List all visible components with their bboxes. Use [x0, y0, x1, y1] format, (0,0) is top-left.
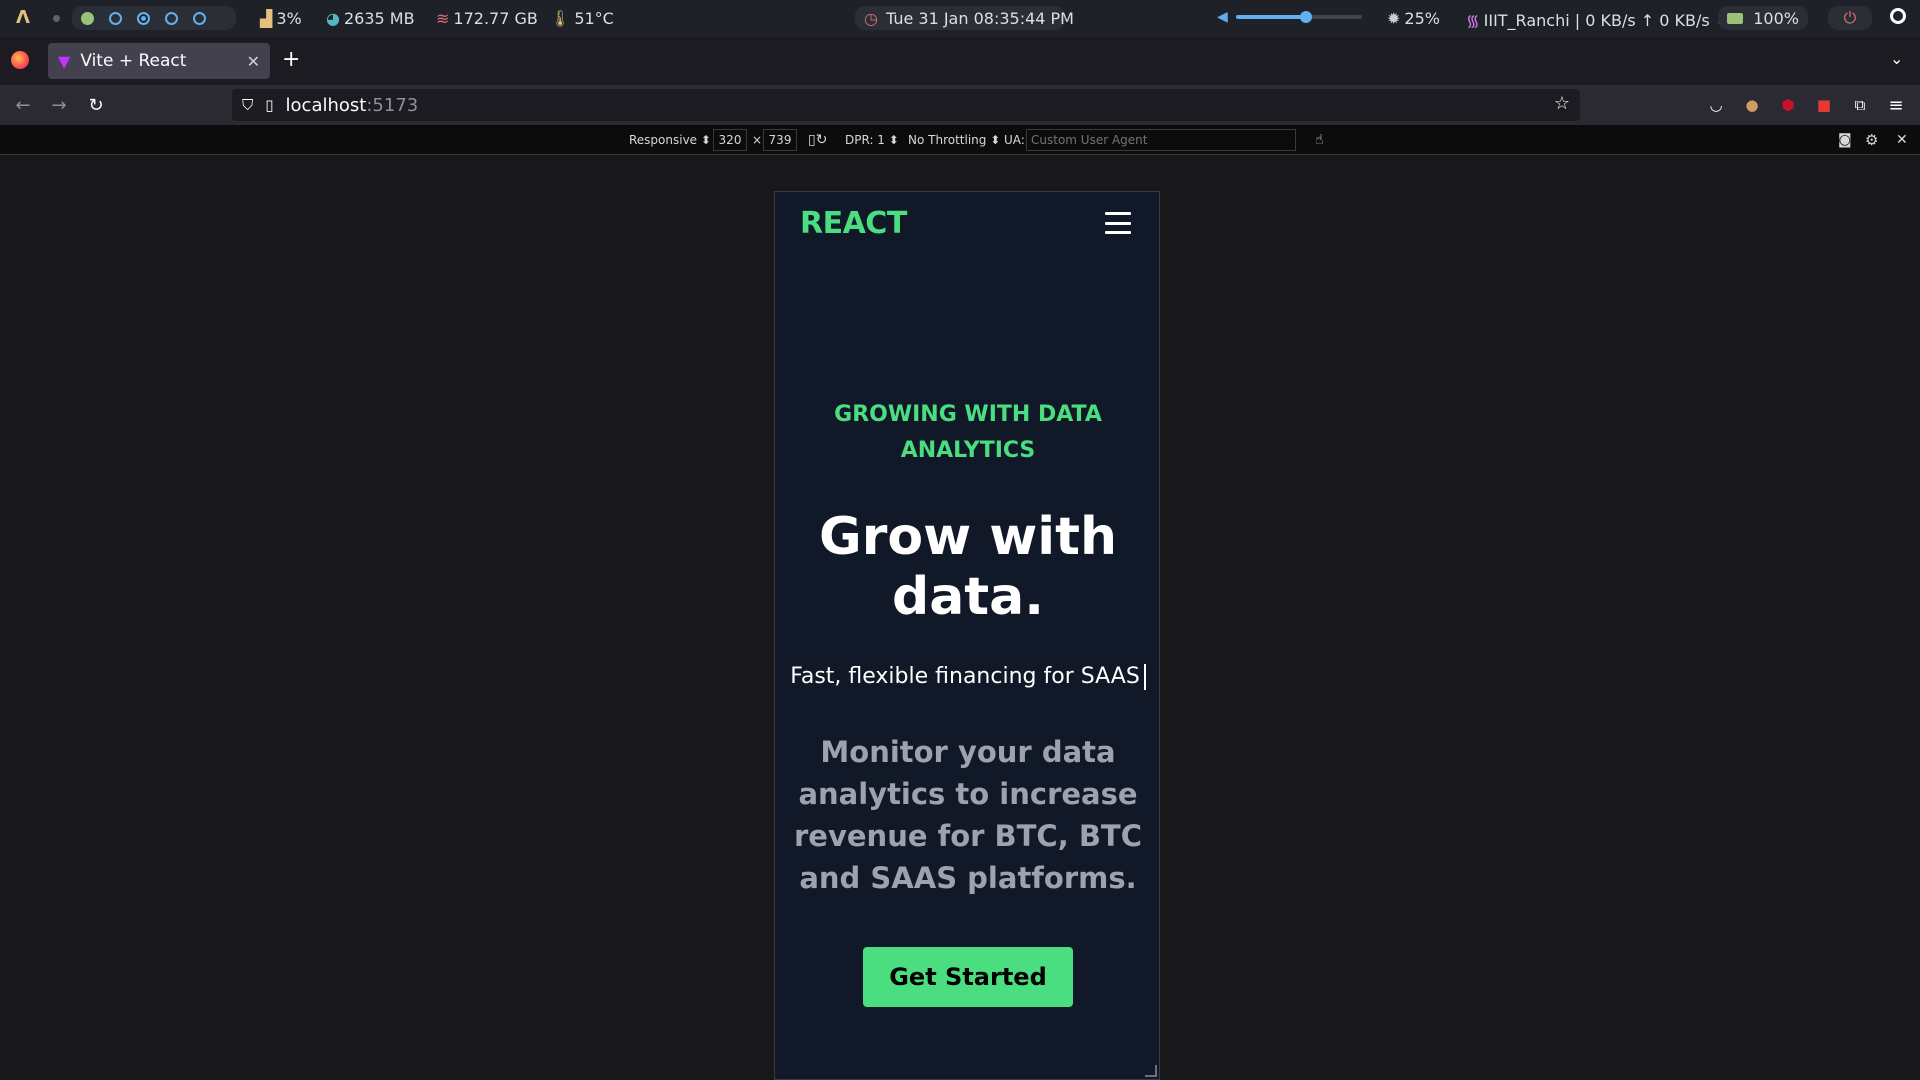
reload-icon[interactable]: ↻ [82, 91, 110, 119]
rdm-viewport-area: REACT GROWING WITH DATA ANALYTICS Grow w… [0, 155, 1920, 1080]
tab-close-icon[interactable]: ✕ [247, 52, 260, 71]
device-viewport: REACT GROWING WITH DATA ANALYTICS Grow w… [774, 191, 1160, 1080]
typed-tagline: Fast, flexible financing for SAAS [775, 661, 1159, 693]
separator-dot [53, 15, 60, 22]
disk-icon: ≋ [436, 9, 450, 28]
volume-slider[interactable] [1235, 11, 1362, 23]
pocket-icon[interactable]: ◡ [1702, 91, 1730, 119]
battery-icon [1727, 12, 1744, 24]
extension-orange-icon[interactable]: ● [1738, 91, 1766, 119]
typing-cursor [1143, 664, 1146, 690]
responsive-design-toolbar: Responsive ⬍ 320 × 739 ▯↻ DPR: 1 ⬍ No Th… [0, 125, 1920, 155]
hero-description: Monitor your data analytics to increase … [794, 735, 1142, 895]
cpu-indicator: ▟ 3% [260, 9, 302, 28]
extensions-icon[interactable]: ⧉ [1846, 91, 1874, 119]
url-text[interactable]: localhost:5173 [286, 95, 419, 116]
brightness-icon: ✹ [1387, 9, 1401, 28]
workspace-5[interactable] [193, 11, 206, 25]
workspace-3[interactable] [137, 11, 150, 25]
vite-favicon-icon: ▼ [58, 51, 71, 71]
volume-control[interactable]: ◀ [1217, 9, 1362, 25]
memory-indicator: ◕ 2635 MB [326, 9, 415, 28]
thermometer-icon: 🌡 [550, 9, 571, 28]
power-icon[interactable]: ⏻ [1844, 8, 1857, 28]
viewport-width-input[interactable]: 320 [713, 129, 747, 151]
notification-icon[interactable] [1890, 8, 1906, 24]
speaker-icon: ◀ [1217, 9, 1228, 25]
workspace-switcher [72, 6, 236, 30]
memory-icon: ◕ [326, 9, 340, 28]
tab-vite-react[interactable]: ▼ Vite + React ✕ [48, 43, 270, 79]
rotate-device-icon[interactable]: ▯↻ [808, 129, 827, 151]
cpu-icon: ▟ [260, 9, 273, 28]
disk-indicator: ≋ 172.77 GB [436, 9, 538, 28]
hero-section: GROWING WITH DATA ANALYTICS Grow with da… [775, 397, 1159, 1007]
bookmark-star-icon[interactable]: ☆ [1554, 93, 1570, 114]
ublock-icon[interactable]: ⬢ [1774, 91, 1802, 119]
close-rdm-icon[interactable]: ✕ [1896, 129, 1908, 151]
firefox-icon [11, 51, 29, 69]
new-tab-button[interactable]: + [282, 47, 300, 72]
clock[interactable]: ◷ Tue 31 Jan 08:35:44 PM [855, 6, 1074, 30]
clock-icon: ◷ [864, 8, 878, 28]
site-logo[interactable]: REACT [800, 206, 907, 241]
screenshot-icon[interactable]: ◙ [1838, 129, 1852, 151]
navigation-toolbar: ← → ↻ ⛉ ▯ localhost:5173 ☆ ◡ ● ⬢ ■ ⧉ ≡ [0, 85, 1920, 125]
launcher-icon[interactable]: Λ [16, 7, 30, 28]
battery-indicator: 100% [1718, 6, 1808, 30]
dimension-separator: × [752, 133, 763, 147]
system-top-bar: Λ ▟ 3% ◕ 2635 MB ≋ 172.77 GB 🌡 51°C ◷ Tue 31 … [0, 0, 1920, 37]
forward-icon[interactable]: → [45, 91, 73, 119]
page-icon[interactable]: ▯ [265, 96, 273, 114]
menu-icon[interactable]: ≡ [1882, 91, 1910, 119]
get-started-button[interactable]: Get Started [863, 947, 1073, 1007]
tab-strip: ▼ Vite + React ✕ + ⌄ [0, 37, 1920, 85]
address-bar[interactable]: ⛉ ▯ localhost:5173 ☆ [232, 89, 1580, 121]
resize-handle-icon[interactable] [1145, 1065, 1157, 1077]
power-button-pill: ⏻ [1828, 6, 1872, 30]
list-all-tabs-icon[interactable]: ⌄ [1890, 49, 1903, 68]
brightness-indicator: ✹ 25% [1387, 9, 1440, 28]
ua-label: UA: [1004, 133, 1025, 147]
shield-icon[interactable]: ⛉ [242, 96, 253, 114]
workspace-1[interactable] [81, 11, 94, 25]
settings-gear-icon[interactable]: ⚙ [1865, 129, 1878, 151]
temperature-indicator: 🌡 51°C [550, 9, 614, 28]
device-selector[interactable]: Responsive ⬍ [629, 129, 711, 151]
hero-eyebrow: GROWING WITH DATA ANALYTICS [834, 402, 1102, 463]
throttling-selector[interactable]: No Throttling ⬍ [908, 129, 1000, 151]
extension-red-icon[interactable]: ■ [1810, 91, 1838, 119]
volume-knob[interactable] [1300, 11, 1313, 23]
wifi-icon: ᯾ [1466, 11, 1480, 30]
viewport-height-input[interactable]: 739 [763, 129, 797, 151]
user-agent-input[interactable]: Custom User Agent [1026, 129, 1296, 151]
workspace-4[interactable] [165, 11, 178, 25]
volume-fill [1235, 15, 1307, 19]
workspace-2[interactable] [109, 11, 122, 25]
back-icon[interactable]: ← [9, 91, 37, 119]
hero-headline: Grow with data. [819, 507, 1117, 627]
network-indicator: ᯾ IIIT_Ranchi | 0 KB/s ↑ 0 KB/s ↓ [1466, 10, 1729, 31]
dpr-selector[interactable]: DPR: 1 ⬍ [845, 129, 899, 151]
touch-simulation-icon[interactable]: ☝ [1315, 129, 1324, 151]
hamburger-menu-icon[interactable] [1105, 212, 1131, 234]
